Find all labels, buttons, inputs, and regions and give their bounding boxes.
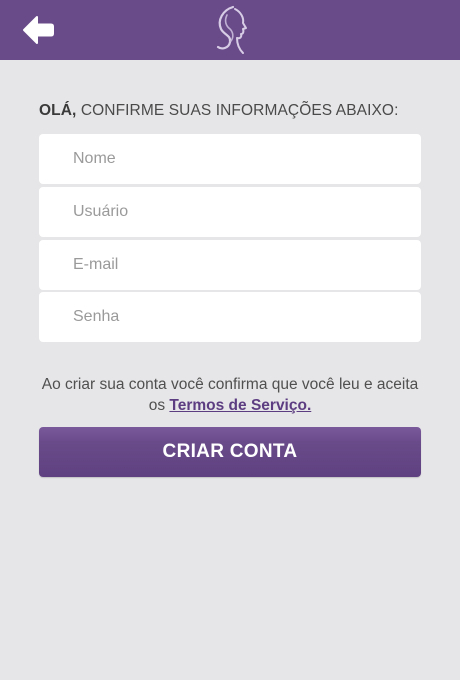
password-field[interactable]: [39, 292, 421, 342]
username-field[interactable]: [39, 187, 421, 237]
greeting-text: CONFIRME SUAS INFORMAÇÕES ABAIXO:: [76, 102, 399, 119]
email-field[interactable]: [39, 240, 421, 290]
name-field[interactable]: [39, 134, 421, 184]
create-account-button[interactable]: CRIAR CONTA: [39, 427, 421, 477]
back-button[interactable]: [22, 15, 54, 45]
woman-profile-logo-icon: [207, 4, 253, 58]
terms-of-service-link[interactable]: Termos de Serviço.: [169, 397, 311, 414]
form-greeting: OLÁ, CONFIRME SUAS INFORMAÇÕES ABAIXO:: [39, 102, 399, 120]
terms-notice: Ao criar sua conta você confirma que voc…: [39, 374, 421, 416]
greeting-strong: OLÁ,: [39, 102, 77, 119]
top-bar: [0, 0, 460, 60]
arrow-left-icon: [23, 16, 54, 44]
